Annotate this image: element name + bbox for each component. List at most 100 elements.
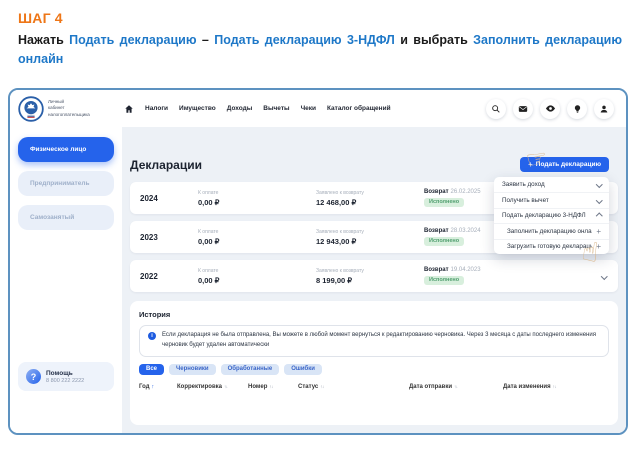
instruction-link: Подать декларацию [69, 33, 196, 47]
column-header-3[interactable]: Номер↑↓ [248, 384, 298, 390]
sidebar-item-1[interactable]: Физическое лицо [18, 137, 114, 162]
pointer-hand-up-icon: ☝ [580, 238, 600, 267]
year-label: 2023 [140, 233, 198, 242]
nav-item-1[interactable]: Налоги [145, 105, 168, 112]
page: ШАГ 4 Нажать Подать декларацию – Подать … [0, 0, 640, 452]
refund-value: 12 943,00 ₽ [316, 237, 424, 246]
sort-icon: ↑↓ [269, 384, 273, 389]
search-icon[interactable] [486, 99, 506, 119]
help-label: Помощь [46, 370, 84, 377]
refund-label: Заявлено к возврату [316, 229, 424, 235]
home-icon[interactable] [124, 104, 134, 114]
column-header-1[interactable]: Год↑ [139, 384, 177, 390]
dropdown-item-3[interactable]: Подать декларацию 3-НДФЛ [494, 208, 609, 223]
history-table-header: Год↑Корректировка↑↓Номер↑↓Статус↑↓Дата о… [139, 384, 609, 390]
history-filters: Все Черновики Обработанные Ошибки [139, 364, 609, 375]
history-info-text: Если декларация не была отправлена, Вы м… [162, 331, 600, 351]
status-badge: Исполнено [424, 237, 464, 246]
filter-chip-3[interactable]: Обработанные [221, 364, 280, 375]
dropdown-item-2[interactable]: Получить вычет [494, 192, 609, 207]
refund-value: 8 199,00 ₽ [316, 276, 424, 285]
sort-icon: ↑↓ [454, 384, 458, 389]
history-card: История i Если декларация не была отправ… [130, 301, 618, 425]
fns-logo-icon [18, 96, 44, 122]
return-date: 19.04.2023 [451, 267, 481, 273]
pay-label: К оплате [198, 268, 316, 274]
nav-item-6[interactable]: Каталог обращений [327, 105, 391, 112]
pay-column: К оплате 0,00 ₽ [198, 190, 316, 207]
chevron-down-icon[interactable] [601, 273, 607, 279]
nav-item-2[interactable]: Имущество [179, 105, 216, 112]
nav-items: Налоги Имущество Доходы Вычеты Чеки Каталог о… [145, 105, 391, 112]
refund-label: Заявлено к возврату [316, 190, 424, 196]
instruction-text: – [197, 33, 215, 47]
sort-icon: ↑↓ [553, 384, 557, 389]
help-card[interactable]: ? Помощь 8 800 222 2222 [18, 362, 114, 391]
column-header-4[interactable]: Статус↑↓ [298, 384, 409, 390]
dropdown-item-label: Получить вычет [502, 197, 549, 204]
instruction-text: Нажать [18, 33, 69, 47]
app-screenshot: Личныйкабинетналогоплательщика Налоги Иму… [8, 88, 628, 435]
return-label: Возврат [424, 267, 449, 273]
step-title: ШАГ 4 [18, 10, 63, 26]
dropdown-item-label: Заявить доход [502, 181, 545, 188]
user-icon[interactable] [594, 99, 614, 119]
pay-value: 0,00 ₽ [198, 198, 316, 207]
filter-chip-2[interactable]: Черновики [169, 364, 216, 375]
ui-body: Физическое лицо Предприниматель Самозаняты… [10, 127, 626, 433]
column-label: Дата изменения [503, 384, 551, 390]
history-title: История [139, 310, 609, 319]
sidebar-item-2[interactable]: Предприниматель [18, 171, 114, 196]
return-label: Возврат [424, 228, 449, 234]
eye-icon[interactable] [540, 99, 560, 119]
column-label: Дата отправки [409, 384, 452, 390]
sidebar-items: Физическое лицо Предприниматель Самозаняты… [18, 137, 114, 239]
pay-value: 0,00 ₽ [198, 276, 316, 285]
dropdown-item-label: Подать декларацию 3-НДФЛ [502, 212, 586, 219]
return-label: Возврат [424, 189, 449, 195]
status-badge: Исполнено [424, 276, 464, 285]
lightbulb-icon[interactable] [567, 99, 587, 119]
status-badge: Исполнено [424, 198, 464, 207]
page-title: Декларации [130, 158, 202, 172]
pay-column: К оплате 0,00 ₽ [198, 268, 316, 285]
sidebar: Физическое лицо Предприниматель Самозаняты… [10, 127, 122, 433]
refund-column: Заявлено к возврату 12 943,00 ₽ [316, 229, 424, 246]
step-instruction: Нажать Подать декларацию – Подать деклар… [18, 31, 622, 69]
chevron-up-icon [596, 213, 602, 219]
refund-value: 12 468,00 ₽ [316, 198, 424, 207]
year-label: 2024 [140, 194, 198, 203]
nav-item-5[interactable]: Чеки [301, 105, 316, 112]
filter-chip-1[interactable]: Все [139, 364, 164, 375]
top-bar: Личныйкабинетналогоплательщика Налоги Иму… [10, 90, 626, 127]
column-label: Номер [248, 384, 267, 390]
brand-text: Личныйкабинетналогоплательщика [48, 99, 90, 117]
nav-item-3[interactable]: Доходы [227, 105, 253, 112]
mail-icon[interactable] [513, 99, 533, 119]
filter-chip-4[interactable]: Ошибки [284, 364, 322, 375]
top-icons [486, 99, 614, 119]
dropdown-item-label: Заполнить декларацию онлайн [507, 228, 592, 235]
main-nav: Налоги Имущество Доходы Вычеты Чеки Каталог о… [124, 104, 391, 114]
instruction-text: и выбрать [395, 33, 473, 47]
help-phone: 8 800 222 2222 [46, 378, 84, 384]
declaration-row[interactable]: 2022К оплате 0,00 ₽Заявлено к возврату 8 1… [130, 260, 618, 292]
sidebar-item-3[interactable]: Самозанятый [18, 205, 114, 230]
year-label: 2022 [140, 272, 198, 281]
nav-item-4[interactable]: Вычеты [263, 105, 289, 112]
column-header-2[interactable]: Корректировка↑↓ [177, 384, 248, 390]
refund-label: Заявлено к возврату [316, 268, 424, 274]
pointer-hand-right-icon: ☞ [525, 145, 550, 172]
column-header-6[interactable]: Дата изменения↑↓ [503, 384, 609, 390]
refund-column: Заявлено к возврату 8 199,00 ₽ [316, 268, 424, 285]
pay-value: 0,00 ₽ [198, 237, 316, 246]
chevron-down-icon [596, 182, 602, 188]
sort-icon: ↑ [152, 384, 154, 390]
column-header-5[interactable]: Дата отправки↑↓ [409, 384, 503, 390]
instruction-link: Подать декларацию 3-НДФЛ [214, 33, 395, 47]
pay-label: К оплате [198, 190, 316, 196]
info-icon: i [148, 332, 156, 340]
dropdown-item-1[interactable]: Заявить доход [494, 177, 609, 192]
brand: Личныйкабинетналогоплательщика [10, 96, 122, 122]
plus-icon: + [596, 227, 601, 236]
